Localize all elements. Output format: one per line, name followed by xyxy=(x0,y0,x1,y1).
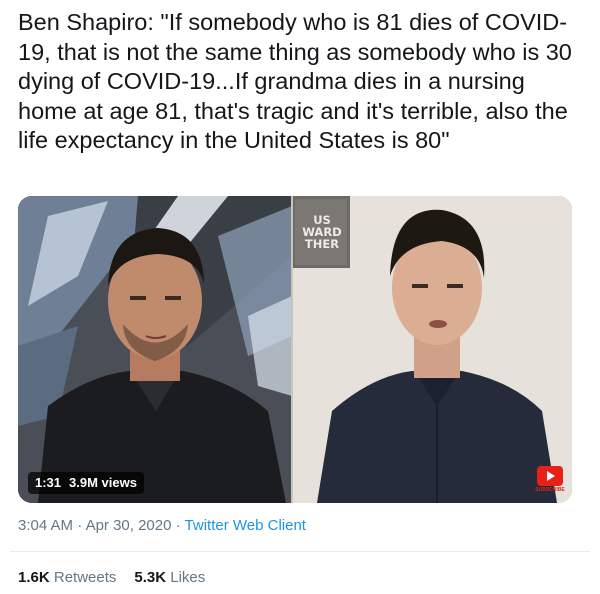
subscribe-label: SUBSCRIBE xyxy=(535,487,565,493)
meta-separator: · xyxy=(73,517,86,534)
likes-label: Likes xyxy=(170,569,206,586)
video-duration: 1:31 xyxy=(35,475,62,490)
retweets-label: Retweets xyxy=(53,569,117,586)
background-sign: US WARD THER xyxy=(302,213,342,251)
video-right-pane: US WARD THER xyxy=(292,196,572,503)
tweet-client-link[interactable]: Twitter Web Client xyxy=(185,517,306,534)
video-duration-badge: 1:31 3.9M views xyxy=(28,472,144,494)
stats-divider xyxy=(10,551,590,552)
likes-stat[interactable]: 5.3K Likes xyxy=(134,569,205,586)
meta-separator-2: · xyxy=(171,517,185,534)
split-divider xyxy=(291,196,293,503)
retweets-stat[interactable]: 1.6K Retweets xyxy=(18,569,116,586)
youtube-subscribe-icon[interactable]: SUBSCRIBE xyxy=(535,465,565,495)
tweet-meta: 3:04 AM · Apr 30, 2020 · Twitter Web Cli… xyxy=(18,517,306,534)
tweet-time[interactable]: 3:04 AM xyxy=(18,517,73,534)
retweets-count: 1.6K xyxy=(18,569,50,586)
tweet-date[interactable]: Apr 30, 2020 xyxy=(86,517,172,534)
video-left-pane xyxy=(18,196,292,503)
video-views: 3.9M views xyxy=(69,475,137,490)
tweet-text: Ben Shapiro: "If somebody who is 81 dies… xyxy=(18,9,572,153)
video-player[interactable]: US WARD THER 1:31 3.9M views SUBSCRIBE xyxy=(18,196,572,503)
likes-count: 5.3K xyxy=(134,569,167,586)
left-speaker-illustration xyxy=(18,196,292,503)
tweet-stats: 1.6K Retweets 5.3K Likes xyxy=(18,569,205,586)
